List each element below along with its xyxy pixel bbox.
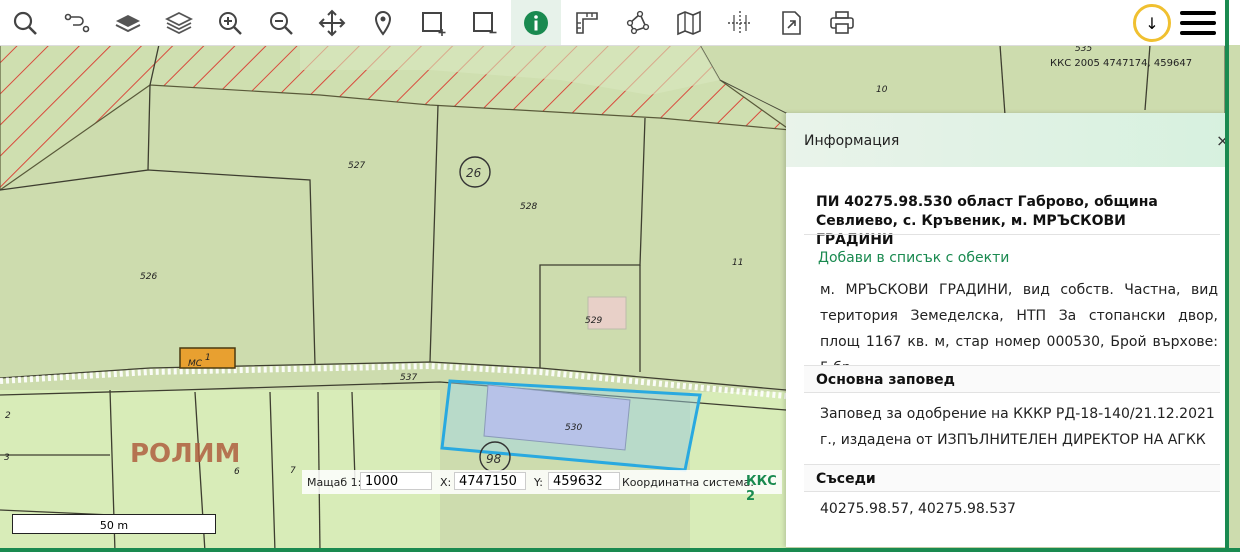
label-528: 528: [520, 202, 537, 212]
pan-icon: [318, 9, 346, 36]
toolbar: [0, 0, 1225, 46]
info-panel-header: Информация ×: [786, 113, 1229, 167]
select-add-icon: [422, 11, 446, 36]
label-10: 10: [876, 85, 888, 95]
right-edge-bar: [1225, 0, 1229, 552]
neighbors-text: 40275.98.57, 40275.98.537: [820, 501, 1016, 517]
order-text: Заповед за одобрение на КККР РД-18-140/2…: [820, 406, 1215, 448]
zoom-in-button[interactable]: [205, 0, 255, 45]
route-button[interactable]: [52, 0, 102, 45]
polyline-button[interactable]: [613, 0, 663, 45]
select-remove-icon: [473, 11, 497, 33]
watermark: РОЛИМ: [130, 439, 240, 469]
top-coordinates: ККС 2005 4747174, 459647: [1050, 58, 1193, 69]
label-527: 527: [348, 161, 365, 171]
label-535: 535: [1075, 45, 1092, 54]
route-icon: [64, 13, 90, 32]
neighbors-heading: Съседи: [804, 464, 1220, 492]
scale-bar: 50 m: [12, 514, 216, 534]
bottom-edge-bar: [0, 548, 1240, 552]
layer-button[interactable]: [103, 0, 153, 45]
hamburger-icon: [1180, 11, 1216, 15]
info-panel: Информация × ПИ 40275.98.530 област Габр…: [786, 113, 1229, 547]
y-input[interactable]: 459632: [548, 472, 620, 490]
export-icon: [782, 10, 801, 35]
label-11: 11: [732, 258, 743, 268]
marker-icon: [374, 10, 392, 36]
polyline-icon: [626, 10, 650, 34]
download-button[interactable]: ↓: [1133, 4, 1171, 42]
order-heading: Основна заповед: [804, 365, 1220, 393]
grid-icon: [728, 10, 752, 35]
x-label: X:: [440, 476, 452, 489]
label-1: 1: [205, 353, 211, 363]
x-input[interactable]: 4747150: [454, 472, 526, 490]
grid-button[interactable]: [715, 0, 765, 45]
label-530: 530: [565, 423, 582, 433]
print-icon: [830, 10, 854, 34]
zoom-out-icon: [270, 11, 293, 35]
coordinate-bar: Мащаб 1: 1000 X: 4747150 Y: 459632 Коорд…: [302, 470, 782, 504]
measure-button[interactable]: [562, 0, 612, 45]
parcel-title: ПИ 40275.98.530 област Габрово, община С…: [816, 194, 1158, 248]
export-button[interactable]: [766, 0, 816, 45]
layer-icon: [115, 14, 141, 32]
arrow-down-icon: ↓: [1145, 13, 1159, 33]
search-icon: [13, 11, 37, 35]
coord-system-value[interactable]: ККС 2: [746, 474, 782, 504]
zoom-out-button[interactable]: [256, 0, 306, 45]
label-3: 3: [4, 453, 10, 463]
coord-system-label: Координатна система:: [622, 476, 754, 489]
info-icon: [524, 10, 548, 35]
layers-icon: [165, 11, 193, 34]
y-label: Y:: [534, 476, 543, 489]
select-remove-button[interactable]: [460, 0, 510, 45]
circle-26-label: 26: [466, 166, 482, 180]
circle-98-label: 98: [486, 452, 502, 466]
add-to-list-link[interactable]: Добави в списък с обекти: [818, 250, 1009, 266]
info-button[interactable]: [511, 0, 561, 45]
select-add-button[interactable]: [409, 0, 459, 45]
label-529: 529: [585, 316, 602, 326]
menu-button[interactable]: [1180, 5, 1216, 41]
scale-input[interactable]: 1000: [360, 472, 432, 490]
search-button[interactable]: [0, 0, 50, 45]
label-2: 2: [5, 411, 11, 421]
map-icon: [677, 10, 701, 35]
label-mc: МС: [188, 359, 203, 369]
scale-label: Мащаб 1:: [307, 476, 362, 489]
label-7: 7: [290, 466, 296, 476]
marker-button[interactable]: [358, 0, 408, 45]
zoom-in-icon: [219, 11, 242, 35]
ruler-icon: [576, 11, 598, 34]
info-panel-title: Информация: [804, 133, 900, 149]
pan-button[interactable]: [307, 0, 357, 45]
label-537: 537: [400, 373, 417, 383]
label-526: 526: [140, 272, 157, 282]
layers-button[interactable]: [154, 0, 204, 45]
print-button[interactable]: [817, 0, 867, 45]
map-button[interactable]: [664, 0, 714, 45]
